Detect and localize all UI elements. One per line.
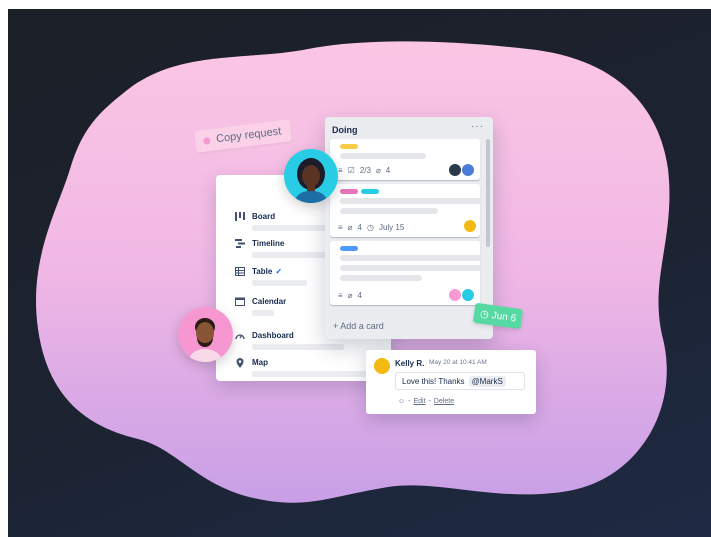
nav-label: Timeline [252, 239, 285, 248]
description-icon: ≡ [338, 166, 343, 175]
card-meta: ≡ ⌀ 4 ◷ July 15 [338, 223, 404, 232]
description-icon: ≡ [338, 291, 343, 300]
placeholder-bar [252, 371, 372, 377]
attachment-icon: ⌀ [347, 291, 353, 300]
list-title: Doing [332, 125, 358, 135]
comment-card: Kelly R. May 20 at 10:41 AM Love this! T… [366, 350, 536, 414]
plus-icon: + [333, 321, 339, 331]
nav-label: Calendar [252, 297, 287, 306]
checklist-icon: ☑ [347, 166, 355, 175]
comment-body: Love this! Thanks [402, 376, 465, 386]
table-icon [235, 267, 245, 276]
member-avatar[interactable] [461, 163, 475, 177]
nav-label-text: Table [252, 267, 273, 276]
due-date: July 15 [378, 223, 405, 232]
attachment-count: 4 [357, 291, 362, 300]
member-avatar[interactable] [448, 288, 462, 302]
comment-author-avatar [374, 358, 390, 374]
placeholder-bar [340, 153, 426, 159]
card-label [340, 189, 358, 194]
attachment-icon: ⌀ [347, 223, 353, 232]
card-label [340, 144, 358, 149]
placeholder-bar [252, 280, 307, 286]
due-date-label: Jun 6 [491, 309, 517, 324]
comment-text: Love this! Thanks @MarkS [395, 372, 525, 390]
card-meta: ≡ ⌀ 4 [338, 291, 362, 300]
member-avatar-large [284, 149, 338, 203]
board-card[interactable]: ≡ ☑ 2/3 ⌀ 4 [330, 139, 480, 180]
member-avatar-large [178, 307, 233, 362]
list-scrollbar[interactable] [486, 139, 490, 247]
emoji-reaction-icon[interactable]: ☺ [398, 398, 405, 405]
board-card[interactable]: ≡ ⌀ 4 ◷ July 15 [330, 184, 482, 237]
placeholder-bar [340, 265, 482, 271]
nav-label: Dashboard [252, 331, 294, 340]
person-illustration-icon [188, 318, 223, 362]
placeholder-bar [340, 198, 482, 204]
separator: - [428, 398, 431, 405]
nav-label: Board [252, 212, 276, 221]
member-avatar[interactable] [461, 288, 475, 302]
person-illustration-icon [294, 158, 328, 203]
dashboard-icon [235, 331, 245, 340]
member-avatar[interactable] [463, 219, 477, 233]
attachment-count: 4 [385, 166, 391, 175]
nav-label: Map [252, 358, 268, 367]
card-label [340, 246, 358, 251]
clock-icon: ◷ [366, 223, 374, 232]
board-card[interactable]: ≡ ⌀ 4 [330, 241, 482, 305]
description-icon: ≡ [338, 223, 343, 232]
attachment-icon: ⌀ [375, 166, 381, 175]
hero-illustration: Copy request Board Timeline Table ✓ Cale… [8, 9, 711, 537]
comment-timestamp: May 20 at 10:41 AM [429, 359, 487, 366]
delete-link[interactable]: Delete [434, 398, 454, 405]
label-dot-icon [202, 136, 211, 145]
calendar-icon [235, 297, 245, 306]
add-card-label: Add a card [340, 321, 384, 331]
edit-link[interactable]: Edit [414, 398, 426, 405]
tag-label: Copy request [215, 125, 282, 146]
comment-author: Kelly R. [395, 359, 425, 368]
separator: - [408, 398, 411, 405]
placeholder-bar [252, 344, 344, 350]
placeholder-bar [340, 255, 482, 261]
checkmark-icon: ✓ [275, 267, 283, 276]
placeholder-bar [340, 275, 422, 281]
clock-icon: ◷ [479, 308, 490, 321]
member-avatar[interactable] [448, 163, 462, 177]
card-label [361, 189, 379, 194]
timeline-icon [235, 239, 245, 248]
placeholder-bar [252, 310, 274, 316]
list-menu-icon[interactable]: ··· [471, 121, 484, 132]
location-pin-icon [235, 358, 245, 368]
card-meta: ≡ ☑ 2/3 ⌀ 4 [338, 166, 390, 175]
user-mention[interactable]: @MarkS [468, 375, 506, 387]
attachment-count: 4 [357, 223, 362, 232]
nav-label: Table ✓ [252, 267, 282, 276]
comment-actions: ☺ - Edit - Delete [398, 398, 454, 405]
board-icon [235, 212, 245, 221]
add-card-button[interactable]: + Add a card [333, 321, 384, 331]
checklist-count: 2/3 [359, 166, 371, 175]
board-list-doing: Doing ··· ≡ ☑ 2/3 ⌀ 4 ≡ ⌀ 4 ◷ July 15 ≡ … [325, 117, 493, 339]
placeholder-bar [340, 208, 438, 214]
